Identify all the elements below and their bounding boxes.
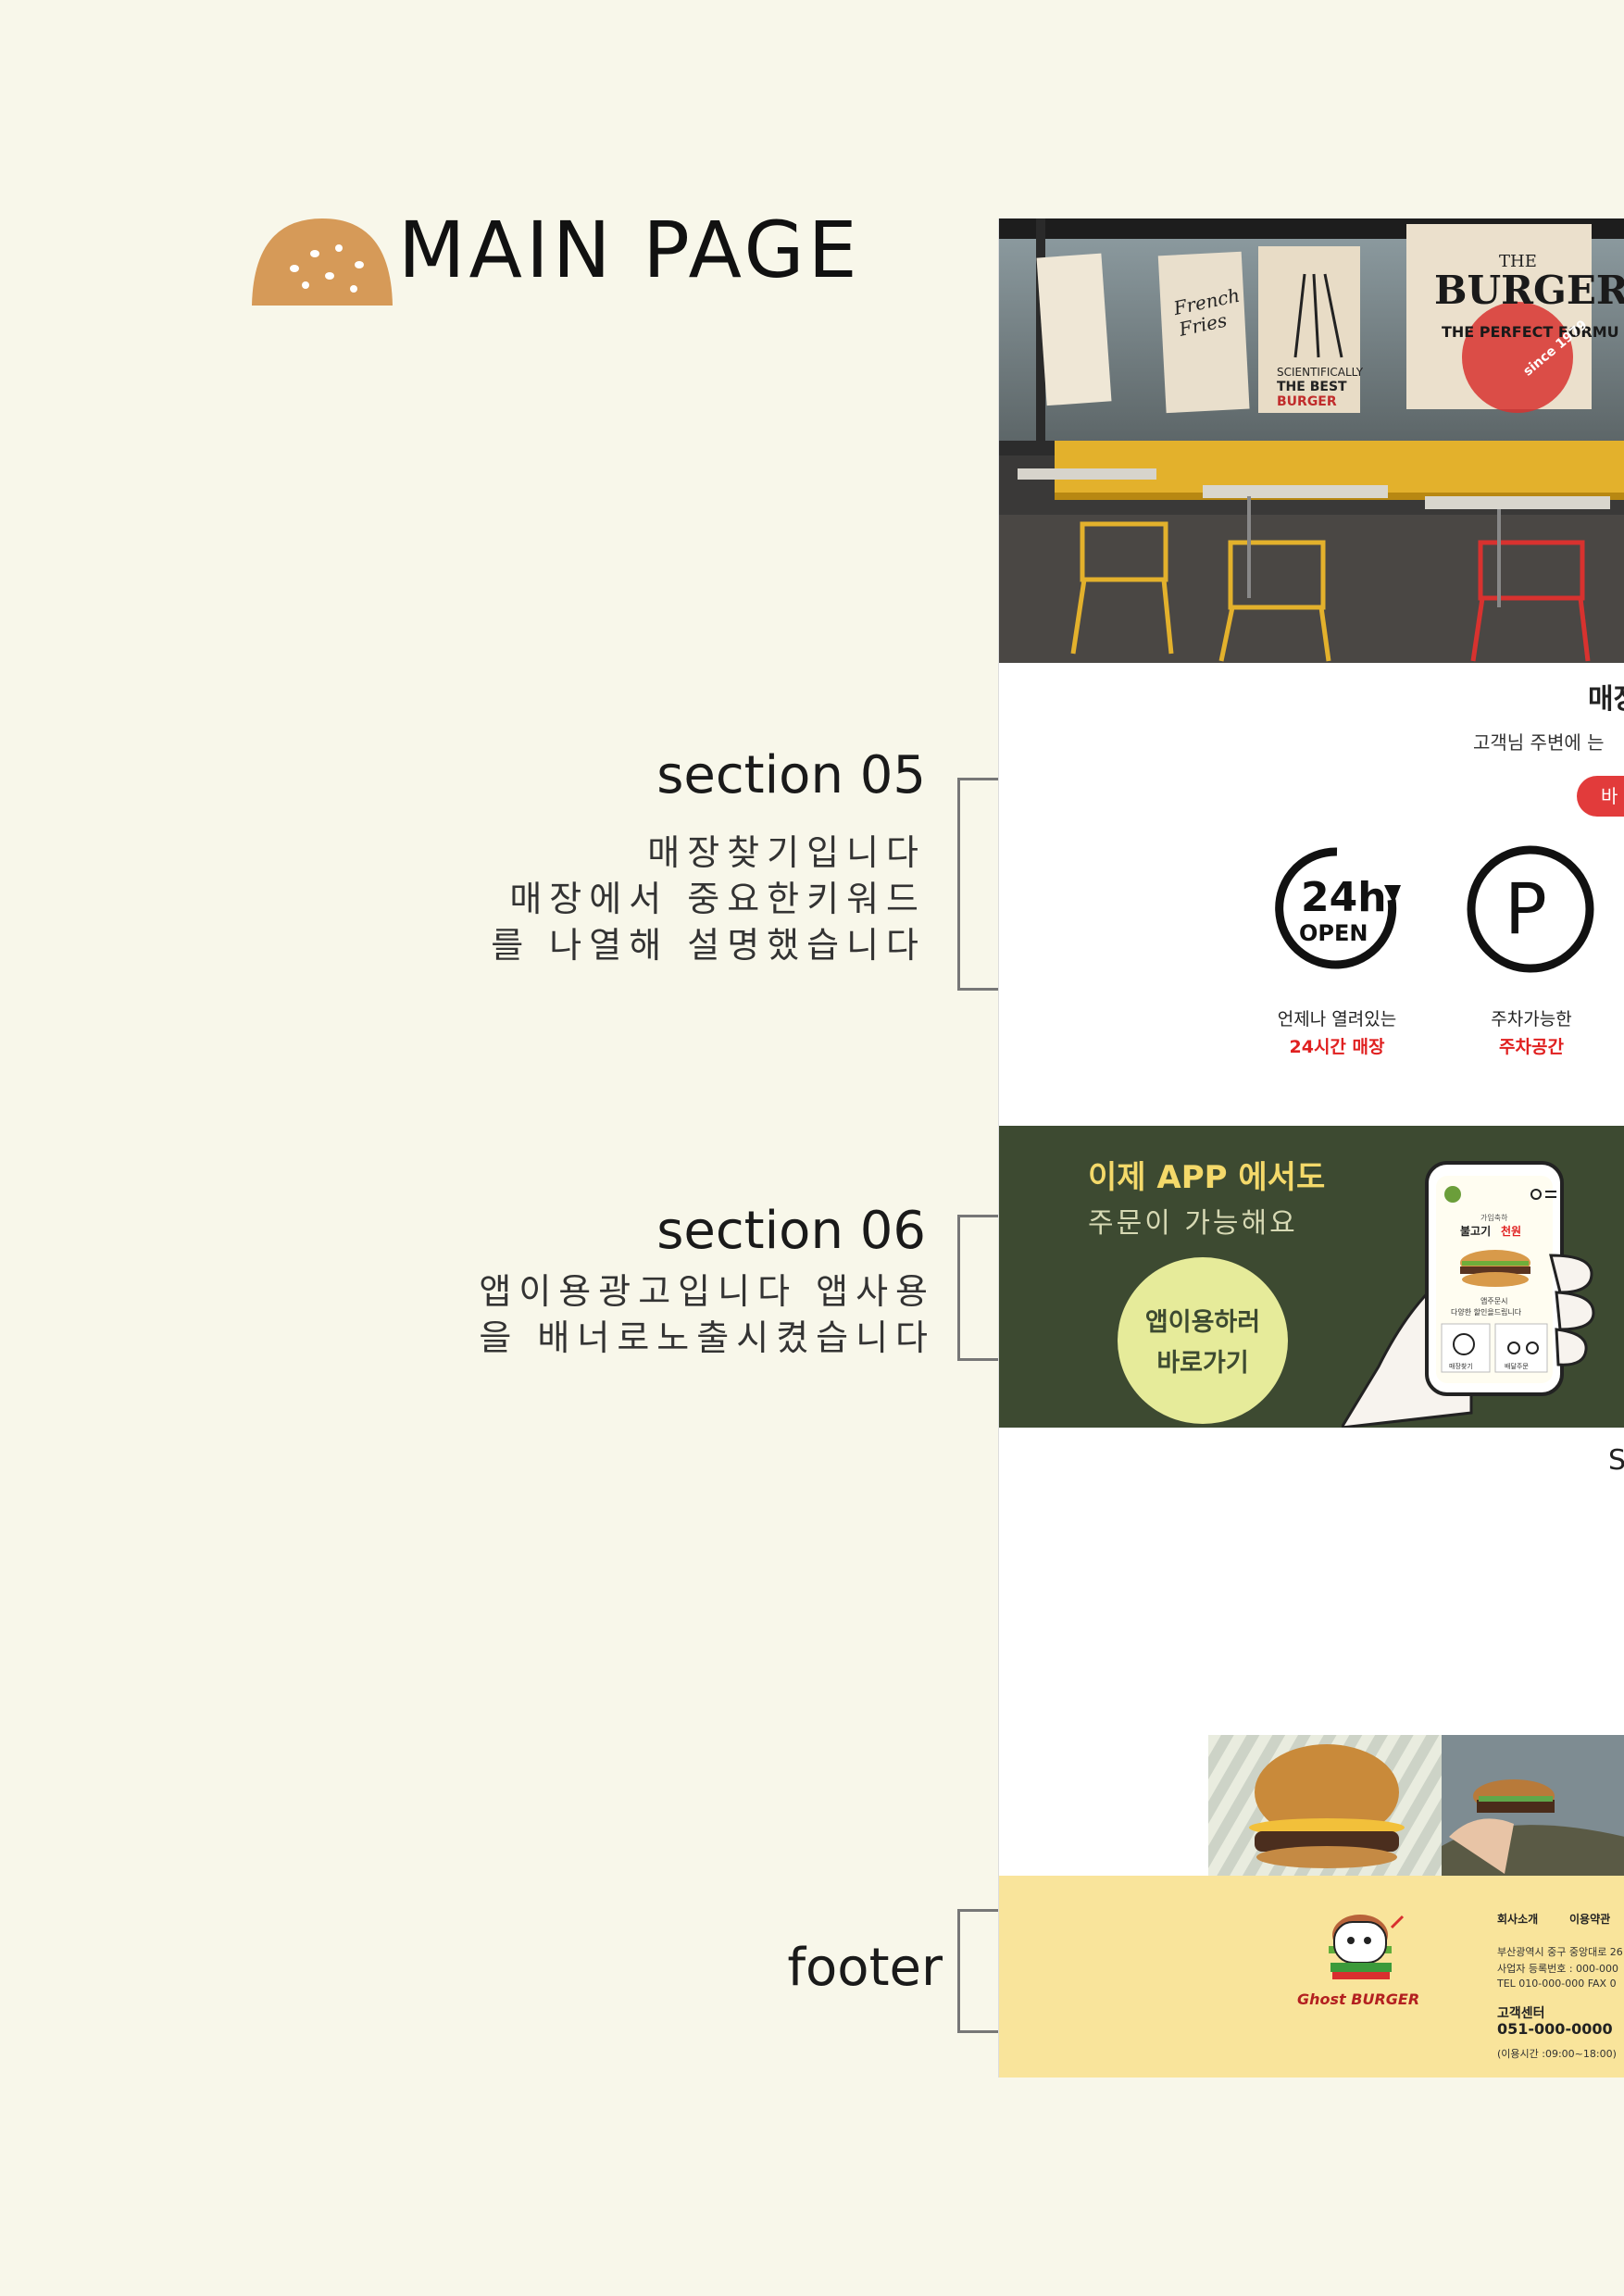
svg-text:가입축하: 가입축하	[1480, 1213, 1508, 1222]
store-heading: 매장	[1588, 683, 1624, 716]
footer-cs-label: 고객센터	[1497, 2006, 1545, 2021]
feature-24h-line1: 언제나 열려있는	[1277, 1009, 1397, 1029]
svg-text:천원: 천원	[1501, 1224, 1521, 1238]
annotation-section06-bracket	[957, 1215, 999, 1361]
site-footer: Ghost BURGER 회사소개 이용약관 부산광역시 중구 중앙대로 26 …	[999, 1876, 1624, 2078]
feature-parking-line1: 주차가능한	[1491, 1009, 1572, 1029]
annotation-footer-title: footer	[787, 1938, 943, 1998]
annotation-section05-line-1: 매장찾기입니다	[647, 832, 926, 873]
svg-text:P: P	[1505, 867, 1547, 950]
hero-sign-burger: BURGER	[1434, 268, 1624, 313]
app-cta-button[interactable]: 앱이용하러 바로가기	[1118, 1257, 1288, 1424]
annotation-section05-line-3: 를 나열해 설명했습니다	[491, 925, 926, 966]
sns-heading: S	[1608, 1444, 1624, 1477]
annotation-section06-line-1: 앱이용광고입니다 앱사용	[479, 1271, 935, 1312]
svg-text:24h: 24h	[1301, 874, 1387, 921]
website-mockup: THE BURGER THE PERFECT FORMU since 1979 …	[998, 218, 1624, 2078]
app-banner-title: 이제 APP 에서도	[1088, 1159, 1326, 1196]
annotation-section05-bracket	[957, 778, 999, 991]
svg-text:THE BEST: THE BEST	[1277, 380, 1347, 394]
footer-hours: (이용시간 :09:00~18:00)	[1497, 2048, 1617, 2060]
annotation-section05-line-2: 매장에서 중요한키워드	[509, 879, 926, 919]
svg-text:불고기: 불고기	[1460, 1224, 1491, 1238]
annotation-section06-line-2: 을 배너로노출시켰습니다	[479, 1317, 935, 1358]
footer-logo-text: Ghost BURGER	[1297, 1990, 1420, 2008]
hand-phone-illustration: 가입축하 불고기 천원 앱주문시 다양한 할인을드립니다 매장찾기 배달주문	[1342, 1161, 1595, 1428]
feature-parking-line2: 주차공간	[1499, 1037, 1564, 1057]
annotation-footer-bracket	[957, 1909, 999, 2033]
svg-text:SCIENTIFICALLY: SCIENTIFICALLY	[1277, 366, 1364, 379]
burger-bun-icon	[252, 218, 393, 306]
hero-image: THE BURGER THE PERFECT FORMU since 1979 …	[999, 218, 1624, 663]
svg-text:OPEN: OPEN	[1299, 920, 1368, 946]
svg-text:앱주문시: 앱주문시	[1480, 1297, 1507, 1305]
svg-text:배달주문: 배달주문	[1505, 1362, 1529, 1370]
svg-text:BURGER: BURGER	[1277, 394, 1337, 409]
app-banner-subtitle: 주문이 가능해요	[1088, 1207, 1298, 1240]
app-cta-line2: 바로가기	[1156, 1349, 1249, 1378]
page-title: MAIN PAGE	[398, 205, 861, 295]
app-cta-line1: 앱이용하러	[1144, 1308, 1261, 1337]
footer-tel: TEL 010-000-000 FAX 0	[1497, 1978, 1617, 1990]
footer-biz-no: 사업자 등록번호 : 000-000	[1497, 1963, 1618, 1975]
open-24h-icon: 24h OPEN	[1273, 844, 1401, 972]
footer-address: 부산광역시 중구 중앙대로 26	[1497, 1946, 1623, 1958]
footer-cs-phone: 051-000-0000	[1497, 2020, 1613, 2038]
hero-sign-formula: THE PERFECT FORMU	[1442, 323, 1619, 341]
svg-text:매장찾기: 매장찾기	[1449, 1362, 1473, 1370]
annotation-section05-title: section 05	[656, 745, 926, 805]
store-subtitle: 고객님 주변에 는	[1473, 731, 1605, 754]
parking-icon: P	[1466, 844, 1595, 974]
svg-text:다양한 할인을드립니다: 다양한 할인을드립니다	[1451, 1307, 1522, 1316]
footer-link-about[interactable]: 회사소개	[1497, 1911, 1538, 1927]
store-search-button[interactable]: 바	[1577, 776, 1624, 817]
footer-link-terms[interactable]: 이용약관	[1569, 1911, 1610, 1927]
app-banner[interactable]: 이제 APP 에서도 주문이 가능해요 앱이용하러 바로가기 가입축하 불고기 …	[999, 1126, 1624, 1428]
annotation-section06-title: section 06	[656, 1201, 926, 1261]
feature-24h-line2: 24시간 매장	[1289, 1037, 1385, 1057]
